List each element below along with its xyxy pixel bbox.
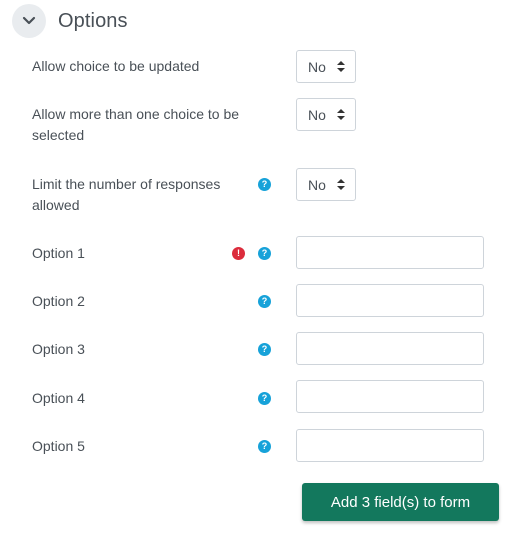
option-label: Option 1 — [32, 245, 85, 261]
allow-update-value: No — [308, 58, 326, 75]
option-label: Option 4 — [32, 390, 85, 406]
help-icon[interactable]: ? — [258, 295, 271, 308]
help-icon[interactable]: ? — [258, 247, 271, 260]
option-2-input[interactable] — [296, 284, 484, 317]
required-icon: ! — [232, 247, 245, 260]
allow-update-label: Allow choice to be updated — [32, 58, 200, 74]
allow-update-select[interactable]: No — [296, 50, 356, 83]
help-icon[interactable]: ? — [258, 392, 271, 405]
option-label: Option 3 — [32, 341, 85, 357]
help-icon[interactable]: ? — [258, 440, 271, 453]
option-5-input[interactable] — [296, 429, 484, 462]
option-3-input[interactable] — [296, 332, 484, 365]
option-label: Option 5 — [32, 438, 85, 454]
chevron-down-icon[interactable] — [12, 4, 46, 38]
allow-multiple-select[interactable]: No — [296, 98, 356, 131]
select-arrows-icon — [337, 109, 345, 120]
option-label: Option 2 — [32, 293, 85, 309]
limit-responses-select[interactable]: No — [296, 168, 356, 201]
option-1-input[interactable] — [296, 236, 484, 269]
allow-multiple-value: No — [308, 106, 326, 123]
limit-responses-label: Limit the number of responses allowed — [32, 176, 221, 213]
option-4-input[interactable] — [296, 380, 484, 413]
select-arrows-icon — [337, 179, 345, 190]
add-fields-button[interactable]: Add 3 field(s) to form — [302, 483, 499, 521]
select-arrows-icon — [337, 61, 345, 72]
allow-multiple-label: Allow more than one choice to be selecte… — [32, 106, 240, 143]
help-icon[interactable]: ? — [258, 343, 271, 356]
section-title: Options — [58, 9, 128, 32]
limit-responses-value: No — [308, 176, 326, 193]
options-section-header[interactable]: Options — [12, 4, 128, 38]
help-icon[interactable]: ? — [258, 178, 271, 191]
